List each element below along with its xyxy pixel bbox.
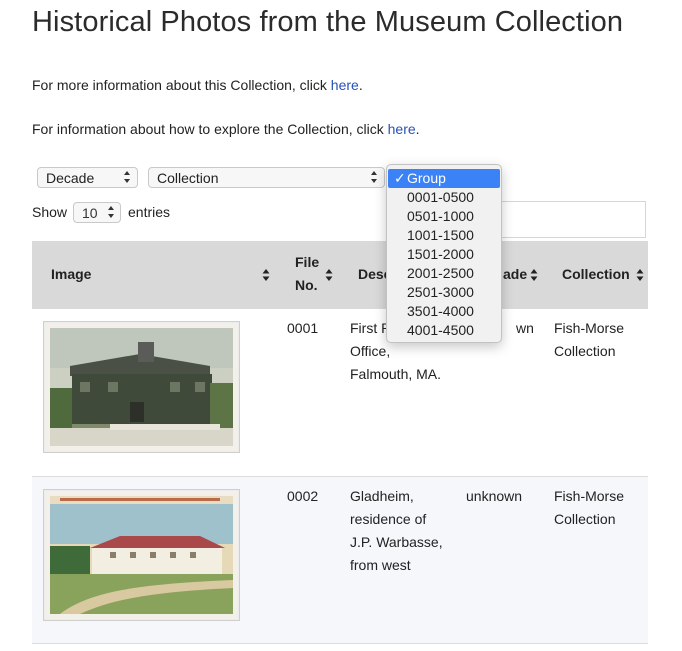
collection-line: Collection: [554, 343, 616, 359]
description-line: J.P. Warbasse,: [350, 534, 443, 550]
description-line: from west: [350, 557, 411, 573]
description-line: First P: [350, 320, 391, 336]
entries-per-page-select[interactable]: 10: [73, 202, 121, 223]
group-option[interactable]: 2001-2500: [387, 264, 501, 283]
decade-value: unknown: [466, 488, 523, 504]
file-number: 0001: [287, 320, 319, 336]
checkmark-icon: ✓: [394, 170, 406, 186]
show-label: Show: [32, 204, 68, 220]
decade-select-label: Decade: [46, 170, 95, 186]
collection-info-link[interactable]: here: [331, 77, 359, 93]
table-header: Image File No. Desc ade Collection: [32, 241, 648, 310]
column-header-image[interactable]: Image: [51, 263, 91, 286]
page-title: Historical Photos from the Museum Collec…: [32, 6, 624, 38]
updown-arrows-icon: [123, 170, 131, 184]
sort-icon[interactable]: [530, 268, 538, 282]
decade-value: wn: [516, 320, 534, 336]
group-option[interactable]: 3501-4000: [387, 302, 501, 321]
description-line: Falmouth, MA.: [350, 366, 442, 382]
file-number: 0002: [287, 488, 319, 504]
collection-line: Collection: [554, 511, 616, 527]
group-option[interactable]: 4001-4500: [387, 321, 501, 340]
table-row: 0001 First P Office, Falmouth, MA. wn Fi…: [32, 309, 648, 477]
group-option[interactable]: 1001-1500: [387, 226, 501, 245]
group-option-selected[interactable]: ✓ Group: [388, 169, 500, 188]
explore-info-text: For information about how to explore the…: [32, 121, 420, 137]
photo-thumbnail[interactable]: [43, 321, 240, 453]
collection-line: Fish-Morse: [554, 320, 625, 336]
collection-select-label: Collection: [157, 170, 219, 186]
collection-select[interactable]: Collection: [148, 167, 385, 188]
entries-per-page-value: 10: [82, 205, 98, 221]
column-header-collection[interactable]: Collection: [562, 263, 630, 286]
group-option[interactable]: 1501-2000: [387, 245, 501, 264]
column-header-file-no-line1[interactable]: File: [295, 251, 319, 274]
column-header-file-no-line2[interactable]: No.: [295, 274, 318, 297]
updown-arrows-icon: [107, 205, 115, 219]
sort-icon[interactable]: [262, 268, 270, 282]
explore-info-link[interactable]: here: [388, 121, 416, 137]
group-option[interactable]: 0001-0500: [387, 188, 501, 207]
column-header-decade[interactable]: ade: [503, 263, 527, 286]
entries-label: entries: [128, 204, 171, 220]
group-option[interactable]: 2501-3000: [387, 283, 501, 302]
group-option[interactable]: 0501-1000: [387, 207, 501, 226]
description-line: Office,: [350, 343, 391, 359]
collection-line: Fish-Morse: [554, 488, 625, 504]
description-line: residence of: [350, 511, 427, 527]
photo-thumbnail[interactable]: [43, 489, 240, 621]
decade-select[interactable]: Decade: [37, 167, 138, 188]
sort-icon[interactable]: [636, 268, 644, 282]
table-row: 0002 Gladheim, residence of J.P. Warbass…: [32, 477, 648, 644]
description-line: Gladheim,: [350, 488, 414, 504]
updown-arrows-icon: [370, 170, 378, 184]
sort-icon[interactable]: [325, 268, 333, 282]
collection-info-text: For more information about this Collecti…: [32, 77, 363, 93]
group-dropdown-menu: ✓ Group 0001-0500 0501-1000 1001-1500 15…: [386, 164, 502, 343]
